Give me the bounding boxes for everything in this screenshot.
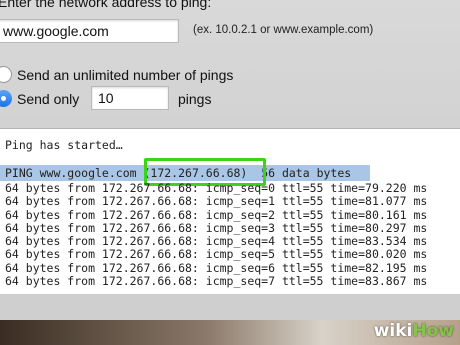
ping-reply-row: 64 bytes from 172.267.66.68: icmp_seq=6 …	[5, 260, 428, 275]
unlimited-pings-label[interactable]: Send an unlimited number of pings	[17, 67, 233, 83]
pings-unit-label: pings	[178, 91, 212, 107]
send-only-radio[interactable]	[0, 90, 12, 107]
send-only-label[interactable]: Send only	[17, 91, 79, 107]
ping-reply-row: 64 bytes from 172.267.66.68: icmp_seq=3 …	[5, 220, 428, 235]
ping-output-console[interactable]: Ping has started… PING www.google.com (1…	[0, 128, 460, 294]
ping-reply-row: 64 bytes from 172.267.66.68: icmp_seq=5 …	[5, 247, 428, 262]
ping-reply-row: 64 bytes from 172.267.66.68: icmp_seq=1 …	[5, 194, 428, 209]
ping-reply-row: 64 bytes from 172.267.66.68: icmp_seq=0 …	[5, 181, 428, 195]
watermark-wiki-text: wiki	[373, 321, 413, 341]
ping-reply-list: 64 bytes from 172.267.66.68: icmp_seq=0 …	[5, 181, 428, 289]
watermark-how-text: How	[412, 321, 454, 341]
address-prompt-label: Enter the network address to ping:	[0, 0, 212, 10]
wikihow-watermark-logo: wikiHow	[374, 321, 454, 341]
ping-reply-row: 64 bytes from 172.267.66.68: icmp_seq=2 …	[5, 207, 428, 222]
address-example-hint: (ex. 10.0.2.1 or www.example.com)	[193, 24, 374, 36]
ping-header-prefix: PING www.google.com	[5, 166, 144, 180]
ping-count-input[interactable]: 10	[91, 86, 169, 110]
ping-options-panel: Enter the network address to ping: www.g…	[0, 0, 460, 128]
unlimited-pings-radio[interactable]	[0, 66, 12, 83]
radio-selected-dot-icon	[1, 96, 6, 101]
ping-reply-row: 64 bytes from 172.267.66.68: icmp_seq=4 …	[5, 234, 428, 249]
ping-reply-row: 64 bytes from 172.267.66.68: icmp_seq=7 …	[5, 274, 428, 289]
ping-started-line: Ping has started…	[5, 138, 123, 152]
network-address-input[interactable]: www.google.com	[0, 19, 179, 43]
